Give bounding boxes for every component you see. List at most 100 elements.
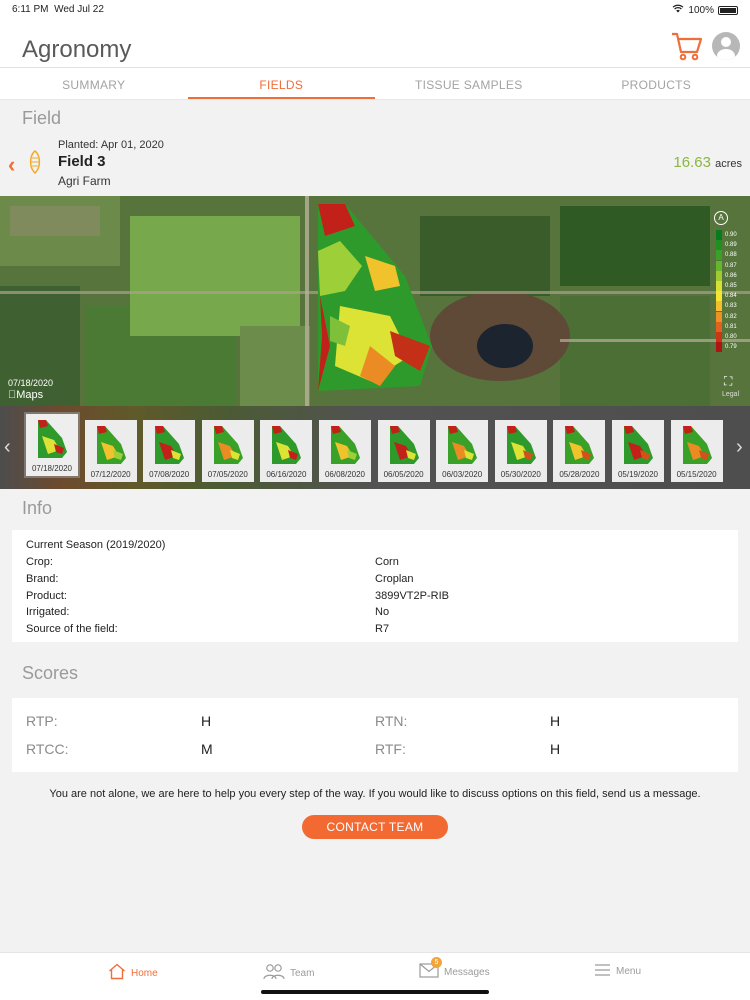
legend-swatch <box>716 321 722 332</box>
thumbnail-image <box>213 426 243 464</box>
chevron-left-icon[interactable]: ‹ <box>4 436 11 459</box>
thumbnail-image <box>96 426 126 464</box>
score-value-rtcc: M <box>201 741 213 757</box>
team-icon <box>263 963 285 983</box>
legend-swatch <box>716 270 722 281</box>
thumbnail-date: 07/05/2020 <box>207 470 248 479</box>
corn-icon <box>28 150 42 175</box>
info-value: No <box>375 606 390 618</box>
cart-icon[interactable] <box>670 30 704 62</box>
avatar[interactable] <box>712 32 740 60</box>
tab-fields[interactable]: FIELDS <box>187 68 376 99</box>
score-label-rtcc: RTCC: <box>26 741 69 757</box>
legend-value: 0.79 <box>725 344 737 351</box>
tab-tissue-samples[interactable]: TISSUE SAMPLES <box>375 68 563 99</box>
legend-swatch <box>716 311 722 322</box>
legend-item: 0.86 <box>716 270 742 281</box>
score-label-rtf: RTF: <box>375 741 406 757</box>
status-right: 100% <box>672 4 738 16</box>
thumbnail-image <box>624 426 653 464</box>
score-value-rtf: H <box>550 741 561 757</box>
timeline-thumbnail[interactable]: 06/08/2020 <box>319 420 371 482</box>
timeline-thumbnail[interactable]: 05/15/2020 <box>670 420 723 482</box>
status-date: Wed Jul 22 <box>54 4 104 15</box>
score-label-rtn: RTN: <box>375 713 408 729</box>
thumbnail-date: 06/03/2020 <box>442 470 483 479</box>
thumbnail-image <box>565 426 595 464</box>
legend-item: 0.84 <box>716 291 742 302</box>
legend-item: 0.89 <box>716 240 742 251</box>
thumbnail-date: 05/19/2020 <box>617 470 659 479</box>
chevron-right-icon[interactable]: › <box>736 436 743 459</box>
timeline-thumbnail[interactable]: 05/19/2020 <box>612 420 664 482</box>
back-chevron-icon[interactable]: ‹ <box>8 152 15 178</box>
field-name: Field 3 <box>58 153 106 170</box>
nav-team-label: Team <box>290 967 315 979</box>
thumbnail-date: 05/28/2020 <box>559 470 600 479</box>
info-value: R7 <box>375 623 390 635</box>
legend-item: 0.85 <box>716 281 742 292</box>
field-acres: 16.63 acres <box>673 154 742 171</box>
legend-swatch <box>716 342 722 353</box>
thumbnail-image <box>389 426 419 464</box>
scores-card: RTP: H RTN: H RTCC: M RTF: H <box>12 698 738 772</box>
legal-link[interactable]: Legal <box>722 391 739 398</box>
legend-value: 0.84 <box>725 293 737 300</box>
info-label: Irrigated: <box>26 606 70 618</box>
nav-menu[interactable]: Menu <box>594 963 641 980</box>
battery-icon <box>718 5 738 15</box>
field-header: ‹ Planted: Apr 01, 2020 Field 3 Agri Far… <box>0 138 750 196</box>
planted-date: Planted: Apr 01, 2020 <box>58 139 164 151</box>
app: 6:11 PM Wed Jul 22 100% Agronomy SUMMARY… <box>0 0 750 1000</box>
legend-item: 0.87 <box>716 260 742 271</box>
acres-value: 16.63 <box>673 154 711 171</box>
timeline-thumbnail[interactable]: 07/12/2020 <box>84 420 137 482</box>
legend-value: 0.87 <box>725 262 737 269</box>
info-label: Source of the field: <box>26 623 118 635</box>
status-time: 6:11 PM <box>12 4 49 15</box>
status-time-date: 6:11 PM Wed Jul 22 <box>12 4 104 15</box>
field-map[interactable]: A 0.90 0.89 0.88 0.87 0.86 0.85 0.84 0.83 0.82 0.… <box>0 196 750 406</box>
app-header: Agronomy <box>0 20 750 68</box>
acres-unit: acres <box>715 158 742 170</box>
legend-value: 0.85 <box>725 283 737 290</box>
timeline-thumbnail[interactable]: 05/30/2020 <box>494 420 547 482</box>
messages-badge: 5 <box>431 957 442 968</box>
timeline-thumbnail[interactable]: 06/16/2020 <box>260 420 313 482</box>
timeline-thumbnail[interactable]: 06/05/2020 <box>377 420 430 482</box>
home-indicator <box>261 990 489 994</box>
thumbnail-date: 06/16/2020 <box>266 470 307 479</box>
thumbnail-date: 07/08/2020 <box>149 470 190 479</box>
nav-messages[interactable]: 5 Messages <box>419 957 490 981</box>
contact-team-button[interactable]: CONTACT TEAM <box>302 815 448 839</box>
legend-swatch <box>716 331 722 342</box>
score-value-rtp: H <box>201 713 212 729</box>
legend-swatch <box>716 281 722 292</box>
battery-percent: 100% <box>688 4 714 16</box>
nav-team[interactable]: Team <box>263 963 314 983</box>
thumbnail-date: 07/12/2020 <box>90 470 131 479</box>
thumbnail-date: 07/18/2020 <box>31 464 73 473</box>
expand-icon[interactable]: ⛶ <box>724 374 732 389</box>
compass-icon[interactable]: A <box>714 211 728 225</box>
legend-swatch <box>716 230 722 241</box>
status-bar: 6:11 PM Wed Jul 22 100% <box>0 0 750 20</box>
timeline-thumbnail[interactable]: 07/08/2020 <box>143 420 196 482</box>
timeline-thumbnail[interactable]: 07/05/2020 <box>201 420 254 482</box>
timeline-thumbnail[interactable]: 07/18/2020 <box>24 412 80 478</box>
nav-messages-label: Messages <box>444 966 490 978</box>
thumbnail-image <box>331 426 360 464</box>
map-date: 07/18/2020 <box>8 378 54 388</box>
timeline-thumbnail[interactable]: 05/28/2020 <box>553 420 606 482</box>
legend-item: 0.80 <box>716 331 742 342</box>
nav-menu-label: Menu <box>616 966 642 977</box>
tab-summary[interactable]: SUMMARY <box>0 68 188 99</box>
page-title: Agronomy <box>22 36 132 63</box>
nav-home[interactable]: Home <box>108 963 158 983</box>
timeline-thumbnail[interactable]: 06/03/2020 <box>436 420 489 482</box>
hamburger-icon <box>594 963 611 980</box>
score-value-rtn: H <box>550 713 561 729</box>
help-text: You are not alone, we are here to help y… <box>49 788 701 800</box>
legend-swatch <box>716 240 722 251</box>
tab-products[interactable]: PRODUCTS <box>563 68 750 99</box>
